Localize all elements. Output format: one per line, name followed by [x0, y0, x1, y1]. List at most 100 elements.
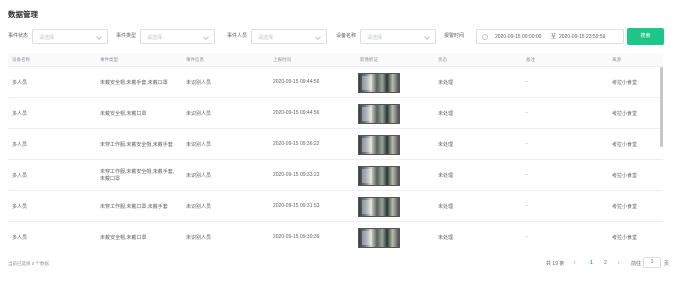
alarm-time-label: 报警时间 — [444, 33, 465, 39]
prev-page-button[interactable]: ‹ — [574, 260, 576, 266]
report-time-cell: 2020-09-15 09:33:23 — [273, 172, 320, 178]
device-name-cell: 多人员 — [12, 235, 28, 241]
table-row[interactable]: 多人员 未穿工作服,未戴安全帽,未戴手套,未戴口罩 未识别人员 2020-09-15 … — [8, 160, 663, 191]
remark-cell: - — [526, 234, 528, 240]
event-status-select[interactable]: 请选择 — [32, 29, 108, 44]
event-info-cell: 未识别人员 — [186, 173, 212, 179]
event-info-cell: 未识别人员 — [186, 111, 212, 117]
filter-bar: 事件状态 请选择 事件类型 请选择 事件人员 请选择 设备名称 请选择 报警时间… — [8, 28, 668, 46]
evidence-image-thumbnail[interactable] — [358, 197, 400, 217]
chevron-down-icon — [424, 34, 430, 40]
next-page-button[interactable]: › — [618, 260, 620, 266]
data-table: 设备名称 事件类型 事件信息 上报时间 影像抓证 状态 备注 来源 多人员未戴安… — [8, 53, 663, 249]
remark-cell: - — [526, 79, 528, 85]
source-cell: 考拉小食堂 — [612, 111, 638, 117]
device-name-label: 设备名称 — [336, 33, 357, 39]
table-scrollbar[interactable] — [660, 67, 663, 147]
event-type-placeholder: 请选择 — [147, 35, 163, 41]
report-time-cell: 2020-09-15 09:36:22 — [273, 141, 320, 147]
selection-count: 当前已选择 0 个数据 — [8, 261, 50, 266]
table-row[interactable]: 多人员 未穿工作服,未戴安全帽,未戴手套 未识别人员 2020-09-15 09:36… — [8, 129, 663, 160]
status-cell: 未处理 — [438, 111, 454, 117]
report-time-cell: 2020-09-15 09:30:39 — [273, 234, 320, 240]
event-info-cell: 未识别人员 — [186, 80, 212, 86]
device-name-cell: 多人员 — [12, 204, 28, 210]
chevron-down-icon — [96, 34, 102, 40]
event-info-cell: 未识别人员 — [186, 235, 212, 241]
column-header: 影像抓证 — [360, 57, 378, 62]
device-name-cell: 多人员 — [12, 142, 28, 148]
alarm-time-end: 2020-09-15 23:59:59 — [559, 34, 606, 40]
goto-page-input[interactable]: 1 — [643, 257, 661, 268]
event-type-cell: 未穿工作服,未戴安全帽,未戴手套,未戴口罩 — [100, 169, 175, 182]
remark-cell: - — [526, 141, 528, 147]
source-cell: 考拉小食堂 — [612, 235, 638, 241]
column-header: 上报时间 — [273, 57, 291, 62]
table-row[interactable]: 多人员 未戴安全帽,未戴口罩 未识别人员 2020-09-15 09:30:39 未处理… — [8, 222, 663, 249]
device-name-cell: 多人员 — [12, 80, 28, 86]
evidence-image-thumbnail[interactable] — [358, 228, 400, 248]
source-cell: 考拉小食堂 — [612, 80, 638, 86]
column-header: 事件信息 — [186, 57, 204, 62]
table-header: 设备名称 事件类型 事件信息 上报时间 影像抓证 状态 备注 来源 — [8, 53, 663, 67]
goto-unit: 页 — [664, 261, 670, 267]
event-type-cell: 未戴安全帽,未戴手套,未戴口罩 — [100, 80, 168, 86]
alarm-time-range-picker[interactable]: 2020-09-15 00:00:00 至 2020-09-15 23:59:5… — [476, 29, 624, 44]
page-title: 数据管理 — [8, 10, 38, 19]
table-row[interactable]: 多人员 未戴安全帽,未戴手套,未戴口罩 未识别人员 2020-09-15 09:44:… — [8, 67, 663, 98]
alarm-time-start: 2020-09-15 00:00:00 — [495, 34, 542, 40]
report-time-cell: 2020-09-15 09:44:56 — [273, 110, 320, 116]
column-header: 事件类型 — [100, 57, 118, 62]
remark-cell: - — [526, 110, 528, 116]
evidence-image-thumbnail[interactable] — [358, 73, 400, 93]
table-row[interactable]: 多人员 未穿工作服,未戴口罩,未戴手套 未识别人员 2020-09-15 09:31:… — [8, 191, 663, 222]
event-person-placeholder: 请选择 — [258, 35, 274, 41]
source-cell: 考拉小食堂 — [612, 173, 638, 179]
device-name-cell: 多人员 — [12, 173, 28, 179]
event-info-cell: 未识别人员 — [186, 204, 212, 210]
remark-cell: - — [526, 172, 528, 178]
event-person-label: 事件人员 — [227, 33, 248, 39]
event-type-select[interactable]: 请选择 — [140, 29, 215, 44]
evidence-image-thumbnail[interactable] — [358, 166, 400, 186]
event-status-placeholder: 请选择 — [39, 35, 55, 41]
event-person-select[interactable]: 请选择 — [251, 29, 327, 44]
source-cell: 考拉小食堂 — [612, 142, 638, 148]
column-header: 状态 — [438, 57, 447, 62]
status-cell: 未处理 — [438, 142, 454, 148]
device-name-select[interactable]: 请选择 — [360, 29, 436, 44]
source-cell: 考拉小食堂 — [612, 204, 638, 210]
chevron-down-icon — [203, 34, 209, 40]
table-row[interactable]: 多人员 未戴安全帽,未戴口罩 未识别人员 2020-09-15 09:44:56 未处理… — [8, 98, 663, 129]
goto-label: 前往 — [631, 261, 642, 267]
column-header: 来源 — [612, 57, 621, 62]
status-cell: 未处理 — [438, 235, 454, 241]
date-range-separator: 至 — [551, 34, 557, 40]
report-time-cell: 2020-09-15 09:31:53 — [273, 203, 320, 209]
status-cell: 未处理 — [438, 80, 454, 86]
device-name-placeholder: 请选择 — [367, 35, 383, 41]
column-header: 设备名称 — [12, 57, 30, 62]
column-header: 备注 — [526, 57, 535, 62]
event-type-label: 事件类型 — [116, 33, 137, 39]
remark-cell: - — [526, 203, 528, 209]
status-cell: 未处理 — [438, 173, 454, 179]
table-footer: 当前已选择 0 个数据 共 19 条 ‹ 1 2 › 前往 1 页 — [8, 257, 670, 270]
calendar-icon — [482, 34, 488, 40]
event-status-label: 事件状态 — [8, 33, 29, 39]
total-count: 共 19 条 — [546, 261, 565, 267]
event-type-cell: 未穿工作服,未戴口罩,未戴手套 — [100, 204, 168, 210]
page-button-2[interactable]: 2 — [604, 260, 607, 266]
search-button[interactable]: 搜索 — [627, 28, 664, 45]
report-time-cell: 2020-09-15 09:44:56 — [273, 79, 320, 85]
event-type-cell: 未戴安全帽,未戴口罩 — [100, 235, 147, 241]
evidence-image-thumbnail[interactable] — [358, 135, 400, 155]
evidence-image-thumbnail[interactable] — [358, 104, 400, 124]
status-cell: 未处理 — [438, 204, 454, 210]
chevron-down-icon — [315, 34, 321, 40]
device-name-cell: 多人员 — [12, 111, 28, 117]
event-type-cell: 未戴安全帽,未戴口罩 — [100, 111, 147, 117]
event-info-cell: 未识别人员 — [186, 142, 212, 148]
event-type-cell: 未穿工作服,未戴安全帽,未戴手套 — [100, 142, 173, 148]
page-button-1[interactable]: 1 — [590, 260, 593, 266]
